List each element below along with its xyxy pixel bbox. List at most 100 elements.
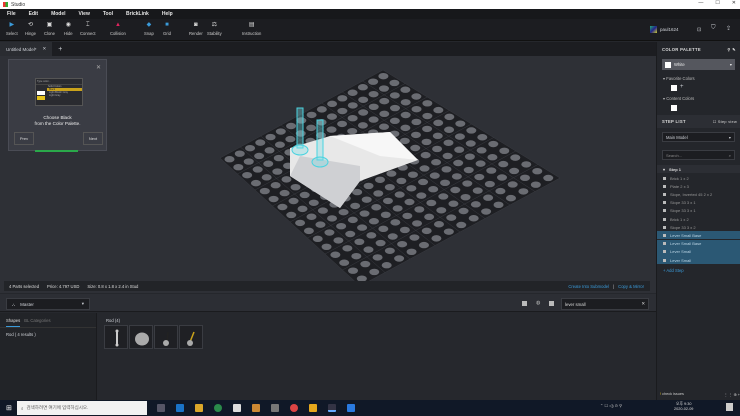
add-step-button[interactable]: + Add Step xyxy=(663,268,684,273)
connect-tool[interactable]: ⌶ Connect xyxy=(80,22,96,36)
store-icon[interactable] xyxy=(252,404,260,412)
chrome-icon[interactable] xyxy=(290,404,298,412)
part-search-input[interactable]: lever small ✕ xyxy=(561,298,649,310)
clone-tool[interactable]: ▣ Clone xyxy=(44,22,55,36)
part-tile[interactable] xyxy=(154,325,178,349)
create-submodel-link[interactable]: Create Into Submodel xyxy=(568,284,609,289)
step-search-input[interactable]: Search... ⌕ xyxy=(662,150,735,160)
windows-start-icon[interactable]: ⊞ xyxy=(6,404,12,412)
collision-tool[interactable]: ▲ Collision xyxy=(110,22,126,36)
step-list-item[interactable]: Slope 33 3 x 1 xyxy=(657,199,740,207)
tab-shapes[interactable]: Shapes xyxy=(6,318,21,327)
maximize-button[interactable]: ☐ xyxy=(715,0,719,6)
grid-tool[interactable]: ■ Grid xyxy=(163,22,171,36)
menu-help[interactable]: Help xyxy=(162,11,173,17)
stud xyxy=(496,174,507,181)
step-1-header[interactable]: ▾ Step 1 xyxy=(657,165,740,173)
clear-search-icon[interactable]: ✕ xyxy=(641,301,645,307)
stability-tool[interactable]: ⚖ Stability xyxy=(207,22,222,36)
close-window-button[interactable]: ✕ xyxy=(732,0,736,6)
step-list-item[interactable]: Slope 33 3 x 2 xyxy=(657,223,740,231)
check-issues-bar[interactable]: ! check issues ⋮ ⋮ ⊕ + xyxy=(660,392,740,397)
stud xyxy=(464,153,475,160)
task-view-icon[interactable] xyxy=(157,404,165,412)
cart-icon[interactable]: ⊡ xyxy=(697,27,701,33)
stud xyxy=(378,85,389,92)
step-list-item[interactable]: Lever Small xyxy=(657,256,740,264)
stud xyxy=(399,137,410,145)
mail-icon[interactable] xyxy=(233,404,241,412)
system-tray[interactable]: ⌃ ☐ ◁) ⊙ ⚲ xyxy=(600,403,622,408)
part-tile[interactable] xyxy=(129,325,153,349)
tab-untitled-model[interactable]: Untitled Model* ✕ xyxy=(0,42,53,56)
step-list-item[interactable]: Plate 2 x 3 xyxy=(657,182,740,190)
stud xyxy=(394,191,405,198)
palette-dropdown[interactable]: ⛬ Master ▾ xyxy=(6,298,90,310)
app-icon[interactable] xyxy=(271,404,279,412)
part-tile[interactable] xyxy=(179,325,203,349)
favorite-colors-header[interactable]: ▾ Favorite Colors xyxy=(663,76,695,81)
menu-tool[interactable]: Tool xyxy=(103,11,113,17)
close-tab-icon[interactable]: ✕ xyxy=(43,46,47,52)
ie-icon[interactable] xyxy=(176,404,184,412)
add-favorite-button[interactable]: + xyxy=(680,84,684,90)
chevron-down-icon: ▾ xyxy=(728,134,731,140)
copy-mirror-link[interactable]: Copy & Mirror xyxy=(618,284,644,289)
stud xyxy=(444,113,455,121)
file-explorer-icon[interactable] xyxy=(195,404,203,412)
list-view-icon[interactable] xyxy=(549,301,554,306)
step-list-item[interactable]: Brick 1 x 2 xyxy=(657,174,740,182)
grid-view-icon[interactable] xyxy=(522,301,527,306)
stud xyxy=(268,195,279,203)
stud xyxy=(410,144,421,152)
app-icon[interactable] xyxy=(347,404,355,412)
tab-bl-categories[interactable]: BL Categories xyxy=(24,318,50,327)
upload-icon[interactable]: ⇪ xyxy=(726,25,731,32)
content-white-swatch[interactable] xyxy=(671,105,677,111)
step-list-item[interactable]: Brick 1 x 2 xyxy=(657,215,740,223)
user-account[interactable]: paul1624 xyxy=(650,26,679,33)
menu-view[interactable]: View xyxy=(79,11,90,17)
filter-icon[interactable]: ◍ xyxy=(536,300,540,306)
instruction-tool[interactable]: ▤ Instruction xyxy=(242,22,261,36)
menu-edit[interactable]: Edit xyxy=(29,11,38,17)
stud xyxy=(242,171,253,179)
step-list-item[interactable]: Lever Small Base xyxy=(657,231,740,240)
favorite-white-swatch[interactable] xyxy=(671,85,677,91)
taskbar-search-input[interactable]: ⌕ 검색하려면 여기에 입력하십시오. xyxy=(17,401,147,415)
stud xyxy=(410,131,421,139)
step-view-checkbox[interactable]: ☐ Step view xyxy=(713,119,740,124)
stud xyxy=(337,95,348,102)
menu-bricklink[interactable]: BrickLink xyxy=(126,11,149,17)
next-button[interactable]: Next xyxy=(83,132,103,145)
menu-file[interactable]: File xyxy=(7,11,16,17)
step-list-item[interactable]: Slope 33 3 x 1 xyxy=(657,207,740,215)
add-tab-button[interactable]: + xyxy=(58,46,62,53)
notification-icon[interactable] xyxy=(726,403,733,411)
menu-model[interactable]: Model xyxy=(51,11,65,17)
step-list-item[interactable]: Lever Small Base xyxy=(657,239,740,248)
torrent-icon[interactable] xyxy=(214,404,222,412)
prev-button[interactable]: Prev xyxy=(14,132,34,145)
date: 2020-02-09 xyxy=(674,407,694,411)
step-list-item[interactable]: Lever Small xyxy=(657,247,740,256)
model-dropdown[interactable]: Main Model ▾ xyxy=(662,132,735,142)
app-icon[interactable] xyxy=(309,404,317,412)
minimize-button[interactable]: — xyxy=(698,0,703,6)
hinge-tool[interactable]: ⟲ Hinge xyxy=(25,22,36,36)
part-tile[interactable] xyxy=(104,325,128,349)
parts-panel-header xyxy=(0,294,656,312)
shop-icon[interactable]: ⛉ xyxy=(711,25,716,32)
color-dropdown[interactable]: White ▾ xyxy=(662,59,735,70)
hide-tool[interactable]: ◉ Hide xyxy=(64,22,73,36)
content-colors-header[interactable]: ▾ Content Colors xyxy=(663,96,694,101)
clock[interactable]: 오후 9:30 2020-02-09 xyxy=(674,402,693,412)
zoom-controls[interactable]: ⋮ ⋮ ⊕ + xyxy=(724,392,740,397)
render-tool[interactable]: ◙ Render xyxy=(189,22,203,36)
snap-tool[interactable]: ◆ Snap xyxy=(144,22,154,36)
close-tutorial-icon[interactable]: ✕ xyxy=(96,64,101,71)
select-tool[interactable]: ▶ Select xyxy=(6,22,18,36)
paint-icon[interactable]: ⚲ ✎ xyxy=(727,47,740,52)
step-list-item[interactable]: Slope, Inverted 45 2 x 2 xyxy=(657,190,740,198)
studio-taskbar-icon[interactable] xyxy=(328,404,336,412)
